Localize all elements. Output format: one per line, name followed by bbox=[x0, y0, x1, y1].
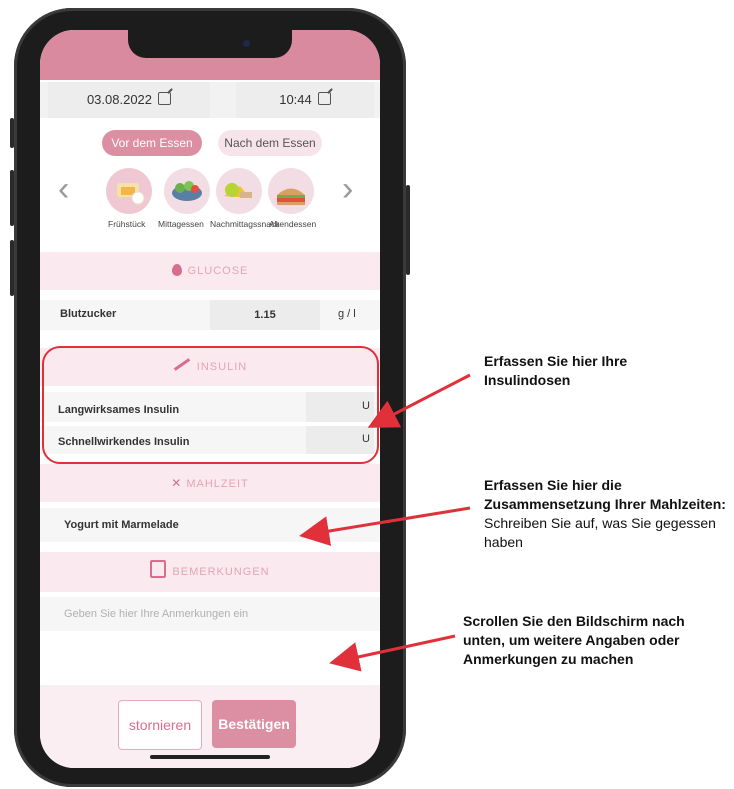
meal-arrow bbox=[299, 506, 471, 546]
meal-annotation-regular: Schreiben Sie auf, was Sie gegessen habe… bbox=[484, 515, 716, 550]
meal-annotation: Erfassen Sie hier die Zusammensetzung Ih… bbox=[484, 476, 729, 552]
callout-arrows bbox=[299, 373, 471, 672]
scroll-arrow bbox=[329, 634, 456, 672]
scroll-annotation: Scrollen Sie den Bildschirm nach unten, … bbox=[463, 613, 685, 667]
meal-annotation-bold: Erfassen Sie hier die Zusammensetzung Ih… bbox=[484, 477, 726, 512]
insulin-arrow bbox=[367, 373, 471, 428]
insulin-annotation: Erfassen Sie hier Ihre Insulindosen bbox=[484, 353, 628, 388]
